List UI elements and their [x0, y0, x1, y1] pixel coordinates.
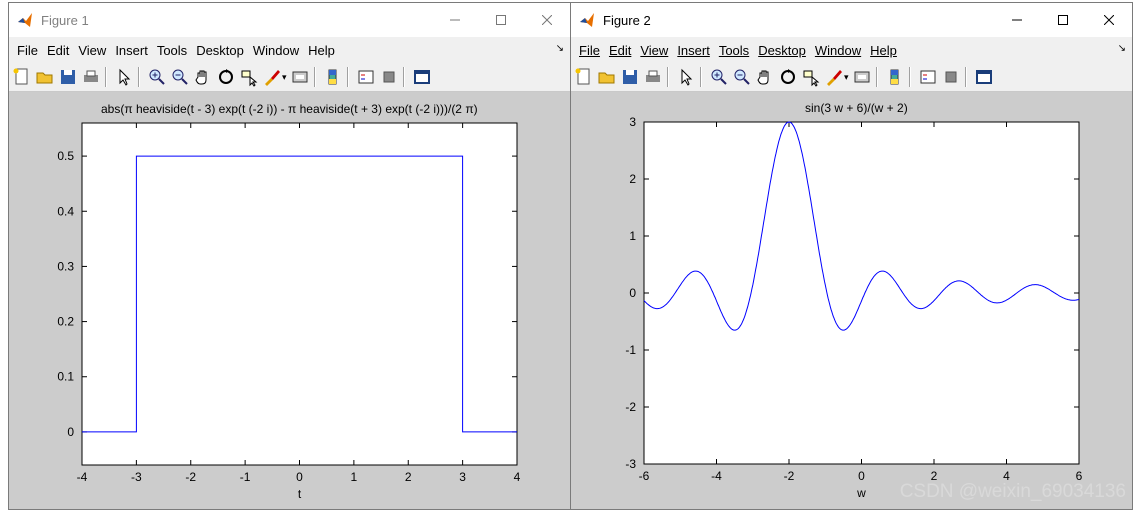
y-tick-label: 0 — [67, 425, 74, 439]
x-tick-label: -4 — [77, 470, 88, 484]
x-tick-label: -2 — [185, 470, 196, 484]
y-tick-label: 0.4 — [57, 204, 74, 218]
x-tick-label: 0 — [858, 469, 865, 483]
axes[interactable]: -6 -4 -2 0 2 4 6-3-2-10123w — [571, 3, 1133, 510]
y-tick-label: -3 — [625, 457, 636, 471]
y-tick-label: 0.5 — [57, 149, 74, 163]
y-tick-label: 2 — [629, 172, 636, 186]
y-tick-label: 1 — [629, 229, 636, 243]
x-tick-label: 4 — [514, 470, 521, 484]
x-tick-label: -3 — [131, 470, 142, 484]
x-tick-label: -1 — [240, 470, 251, 484]
x-tick-label: 3 — [459, 470, 466, 484]
y-tick-label: 0.3 — [57, 259, 74, 273]
x-tick-label: -4 — [711, 469, 722, 483]
x-axis-label: w — [856, 486, 866, 500]
y-tick-label: 0.1 — [57, 370, 74, 384]
y-tick-label: -2 — [625, 400, 636, 414]
x-tick-label: -2 — [784, 469, 795, 483]
y-tick-label: -1 — [625, 343, 636, 357]
figure-2-window[interactable]: Figure 2 File Edit View Insert Tools Des… — [570, 2, 1133, 510]
x-tick-label: 2 — [405, 470, 412, 484]
x-tick-label: -6 — [639, 469, 650, 483]
y-tick-label: 0.2 — [57, 315, 74, 329]
watermark: CSDN @weixin_69034136 — [899, 481, 1126, 502]
y-tick-label: 0 — [629, 286, 636, 300]
plot-area — [81, 122, 518, 466]
plot-area — [643, 121, 1080, 465]
figure-1-window[interactable]: Figure 1 File Edit View Insert Tools Des… — [8, 2, 571, 510]
y-tick-label: 3 — [629, 115, 636, 129]
axes[interactable]: -4 -3 -2 -1 0 1 2 3 4 0 0.1 0.2 0.3 0.4 0.5 t — [9, 3, 571, 510]
x-axis-label: t — [298, 487, 302, 501]
x-tick-label: 1 — [351, 470, 358, 484]
x-tick-label: 0 — [296, 470, 303, 484]
